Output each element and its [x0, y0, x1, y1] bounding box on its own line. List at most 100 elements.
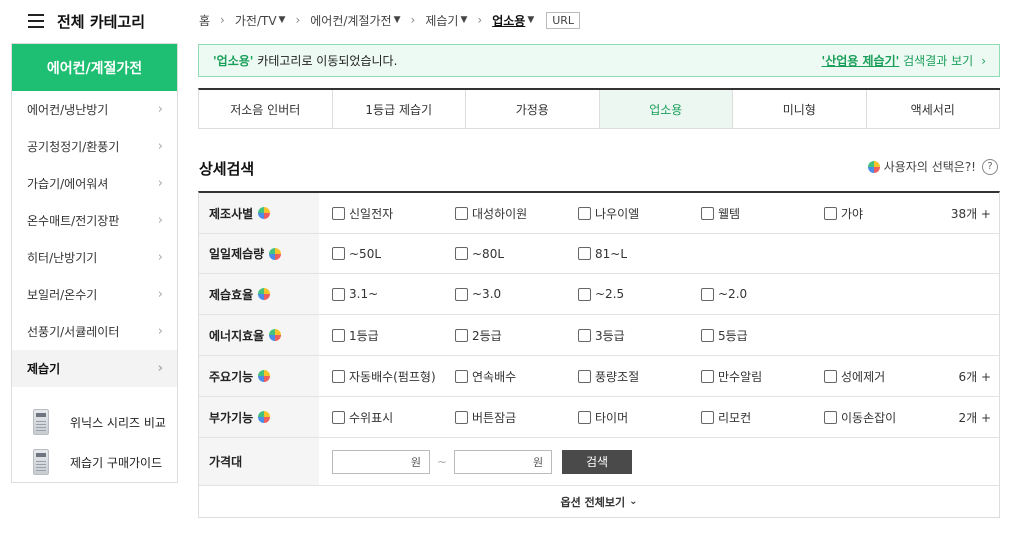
filter-option[interactable]: ~3.0 — [455, 287, 578, 301]
more-options-button[interactable]: 38개 + — [951, 205, 991, 222]
filter-option[interactable]: 타이머 — [578, 409, 701, 426]
checkbox[interactable] — [578, 247, 591, 260]
more-options-button[interactable]: 2개 + — [958, 409, 991, 426]
notice-message: '업소용' 카테고리로 이동되었습니다. — [213, 52, 397, 69]
sidebar-item-humidifier[interactable]: 가습기/에어워셔 › — [12, 165, 177, 202]
checkbox[interactable] — [455, 247, 468, 260]
chevron-right-icon: › — [410, 13, 416, 27]
view-all-options-button[interactable]: 옵션 전체보기 ⌄ — [199, 486, 999, 518]
max-price-input[interactable]: 원 — [454, 449, 553, 474]
checkbox[interactable] — [332, 410, 345, 424]
sidebar-item-aircon[interactable]: 에어컨/냉난방기 › — [12, 91, 177, 128]
filter-option[interactable]: 2등급 — [455, 327, 578, 344]
checkbox[interactable] — [332, 287, 345, 301]
checkbox[interactable] — [824, 410, 837, 424]
checkbox[interactable] — [578, 328, 591, 342]
sidebar-item-boiler[interactable]: 보일러/온수기 › — [12, 276, 177, 313]
tab-low-noise-inverter[interactable]: 저소음 인버터 — [199, 90, 333, 129]
filter-option[interactable]: 3등급 — [578, 327, 701, 344]
pie-chart-icon[interactable] — [269, 247, 282, 260]
caret-down-icon: ▼ — [460, 15, 468, 25]
pie-chart-icon[interactable] — [258, 411, 271, 423]
filter-option[interactable]: 신일전자 — [332, 205, 455, 222]
checkbox[interactable] — [701, 328, 714, 342]
more-options-button[interactable]: 6개 + — [958, 368, 991, 385]
filter-option[interactable]: ~80L — [455, 247, 578, 261]
checkbox[interactable] — [332, 247, 345, 260]
filter-option[interactable]: 3.1~ — [332, 287, 455, 301]
filter-option[interactable]: 가야 — [824, 205, 947, 222]
checkbox[interactable] — [578, 369, 591, 383]
filter-option[interactable]: 리모컨 — [701, 409, 824, 426]
filter-option[interactable]: 5등급 — [701, 327, 824, 344]
breadcrumb-appliance[interactable]: › 가전/TV ▼ — [210, 12, 285, 29]
option-label: 타이머 — [595, 410, 629, 425]
industrial-search-link[interactable]: '산업용 제습기' 검색결과 보기 › — [822, 52, 986, 69]
checkbox[interactable] — [824, 206, 837, 220]
pie-chart-icon[interactable] — [258, 288, 271, 300]
checkbox[interactable] — [578, 287, 591, 301]
filter-option[interactable]: 버튼잠금 — [455, 409, 578, 426]
all-categories-button[interactable]: 전체 카테고리 — [12, 0, 178, 42]
filter-option[interactable]: 수위표시 — [332, 409, 455, 426]
checkbox[interactable] — [701, 287, 714, 301]
checkbox[interactable] — [332, 328, 345, 342]
checkbox[interactable] — [701, 410, 714, 424]
sidebar-item-air-purifier[interactable]: 공기청정기/환풍기 › — [12, 128, 177, 165]
min-price-input[interactable]: 원 — [332, 449, 430, 474]
help-icon[interactable]: ? — [982, 158, 998, 175]
checkbox[interactable] — [455, 206, 468, 220]
checkbox[interactable] — [455, 369, 468, 383]
checkbox[interactable] — [701, 206, 714, 220]
filter-option[interactable]: 자동배수(펌프형) — [332, 368, 455, 385]
checkbox[interactable] — [332, 206, 345, 220]
checkbox[interactable] — [455, 287, 468, 301]
sidebar-item-fan[interactable]: 선풍기/서큘레이터 › — [12, 313, 177, 350]
filter-option[interactable]: 1등급 — [332, 327, 455, 344]
filter-option[interactable]: 대성하이원 — [455, 205, 578, 222]
breadcrumb-home[interactable]: 홈 — [199, 12, 210, 29]
chevron-right-icon: › — [295, 13, 301, 27]
option-label: 성에제거 — [841, 369, 886, 384]
breadcrumb-dehumidifier[interactable]: › 제습기 ▼ — [401, 12, 468, 29]
checkbox[interactable] — [332, 369, 345, 383]
pie-chart-icon[interactable] — [258, 370, 271, 382]
sidebar-heading[interactable]: 에어컨/계절가전 — [12, 44, 177, 91]
option-label: 나우이엘 — [595, 206, 640, 221]
price-search-button[interactable]: 검색 — [562, 449, 633, 474]
users-choice-button[interactable]: 사용자의 선택은?! ? — [867, 158, 998, 175]
checkbox[interactable] — [824, 369, 837, 383]
tab-mini[interactable]: 미니형 — [733, 90, 867, 129]
guide-buying[interactable]: 제습기 구매가이드 — [12, 442, 177, 482]
filter-option[interactable]: ~50L — [332, 247, 455, 261]
breadcrumb-commercial[interactable]: › 업소용 ▼ — [467, 12, 534, 29]
guide-winix-compare[interactable]: 위닉스 시리즈 비교 — [12, 402, 177, 442]
filter-option[interactable]: 연속배수 — [455, 368, 578, 385]
url-button[interactable]: URL — [546, 11, 581, 29]
filter-option[interactable]: 만수알림 — [701, 368, 824, 385]
filter-option[interactable]: ~2.5 — [578, 287, 701, 301]
checkbox[interactable] — [578, 410, 591, 424]
tab-commercial[interactable]: 업소용 — [599, 90, 733, 129]
checkbox[interactable] — [701, 369, 714, 383]
breadcrumb-seasonal[interactable]: › 에어컨/계절가전 ▼ — [285, 12, 400, 29]
checkbox[interactable] — [455, 410, 468, 424]
filter-option[interactable]: 나우이엘 — [578, 205, 701, 222]
tab-home[interactable]: 가정용 — [466, 90, 600, 129]
sidebar-item-heater[interactable]: 히터/난방기기 › — [12, 239, 177, 276]
filter-option[interactable]: 풍량조절 — [578, 368, 701, 385]
tab-accessories[interactable]: 액세서리 — [866, 90, 1000, 129]
filter-option[interactable]: 성에제거 — [824, 368, 947, 385]
filter-option[interactable]: 이동손잡이 — [824, 409, 947, 426]
filter-label-text: 주요기능 — [209, 369, 254, 384]
sidebar-item-heated-mat[interactable]: 온수매트/전기장판 › — [12, 202, 177, 239]
filter-option[interactable]: ~2.0 — [701, 287, 824, 301]
filter-option[interactable]: 81~L — [578, 247, 701, 261]
tab-grade1[interactable]: 1등급 제습기 — [332, 90, 466, 129]
checkbox[interactable] — [455, 328, 468, 342]
checkbox[interactable] — [578, 206, 591, 220]
sidebar-item-dehumidifier[interactable]: 제습기 › — [12, 350, 177, 387]
pie-chart-icon[interactable] — [269, 329, 282, 341]
pie-chart-icon[interactable] — [258, 207, 271, 219]
filter-option[interactable]: 웰템 — [701, 205, 824, 222]
